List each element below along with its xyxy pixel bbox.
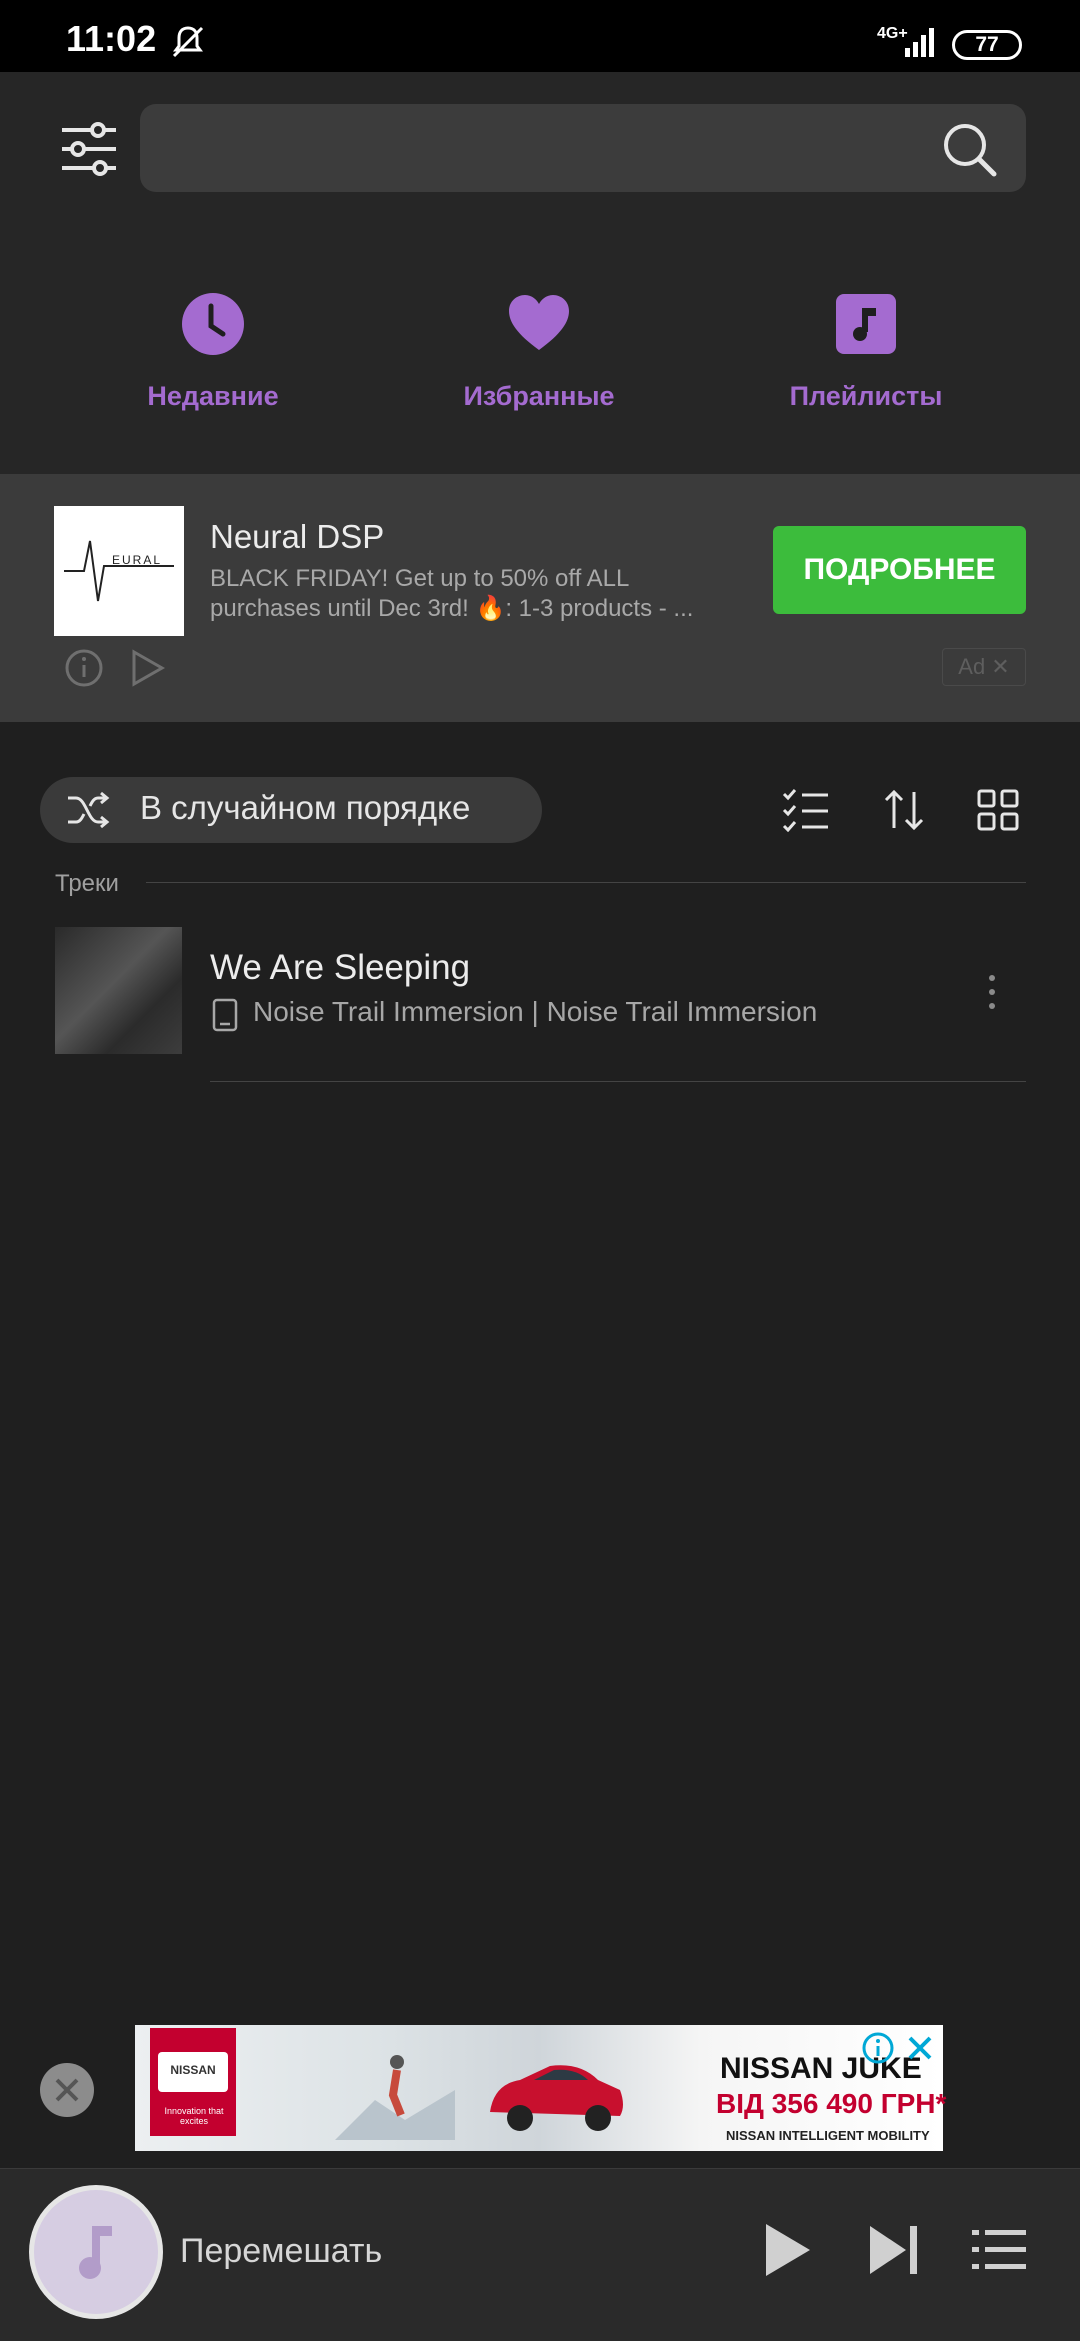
search-input[interactable]	[140, 104, 1026, 192]
close-icon[interactable]	[904, 2032, 936, 2064]
nissan-tagline: Innovation that excites	[164, 2106, 224, 2126]
play-icon[interactable]	[762, 2222, 812, 2278]
player-artwork[interactable]	[34, 2190, 158, 2314]
track-title[interactable]: We Are Sleeping	[210, 948, 470, 988]
status-time: 11:02	[66, 18, 157, 59]
banner-close-button[interactable]	[40, 2063, 94, 2117]
sort-icon[interactable]	[882, 788, 926, 832]
quick-playlists[interactable]: Плейлисты	[736, 292, 996, 412]
ad-description[interactable]: BLACK FRIDAY! Get up to 50% off ALL purc…	[210, 564, 740, 624]
shuffle-icon	[68, 791, 110, 829]
section-divider	[146, 882, 1026, 883]
ad-logo[interactable]: EURAL	[54, 506, 184, 636]
music-note-icon	[836, 294, 896, 354]
music-note-icon	[79, 2226, 112, 2279]
track-artwork[interactable]	[55, 927, 182, 1054]
search-icon[interactable]	[940, 120, 998, 178]
banner-price: ВІД 356 490 ГРН*	[716, 2088, 947, 2119]
clock-icon	[182, 293, 244, 355]
player-label[interactable]: Перемешать	[180, 2232, 382, 2271]
car-image	[490, 2065, 623, 2131]
ad-close-tag[interactable]: Ad ✕	[942, 648, 1026, 686]
shuffle-label: В случайном порядке	[140, 789, 471, 826]
skier-image	[335, 2055, 455, 2140]
track-subtitle[interactable]: Noise Trail Immersion | Noise Trail Imme…	[253, 996, 817, 1028]
battery-indicator: 77	[952, 30, 1022, 60]
phone-storage-icon	[212, 998, 238, 1032]
equalizer-settings-icon[interactable]	[60, 122, 118, 176]
close-icon	[55, 2078, 79, 2102]
notifications-off-icon	[172, 26, 204, 58]
ad-title[interactable]: Neural DSP	[210, 518, 384, 556]
ad-logo-text: EURAL	[112, 553, 162, 567]
signal-icon	[905, 28, 934, 57]
adchoices-icon[interactable]	[128, 648, 168, 688]
select-tracks-icon[interactable]	[782, 788, 830, 832]
quick-favorites[interactable]: Избранные	[409, 292, 669, 412]
info-icon[interactable]	[64, 648, 104, 688]
quick-favorites-label: Избранные	[463, 381, 615, 411]
skip-next-icon[interactable]	[868, 2222, 920, 2278]
quick-playlists-label: Плейлисты	[789, 381, 943, 411]
info-icon[interactable]	[862, 2032, 894, 2064]
queue-icon[interactable]	[972, 2226, 1026, 2274]
heart-icon	[509, 295, 569, 350]
track-divider	[210, 1081, 1026, 1082]
more-vert-icon[interactable]	[986, 972, 998, 1012]
quick-recent-label: Недавние	[147, 381, 279, 411]
nissan-badge-text: NISSAN	[170, 2063, 216, 2077]
grid-view-icon[interactable]	[976, 788, 1020, 832]
ad-cta-button[interactable]: ПОДРОБНЕЕ	[773, 526, 1026, 614]
quick-recent[interactable]: Недавние	[83, 292, 343, 412]
banner-footer: NISSAN INTELLIGENT MOBILITY	[726, 2128, 930, 2143]
tracks-section-title: Треки	[55, 870, 119, 897]
